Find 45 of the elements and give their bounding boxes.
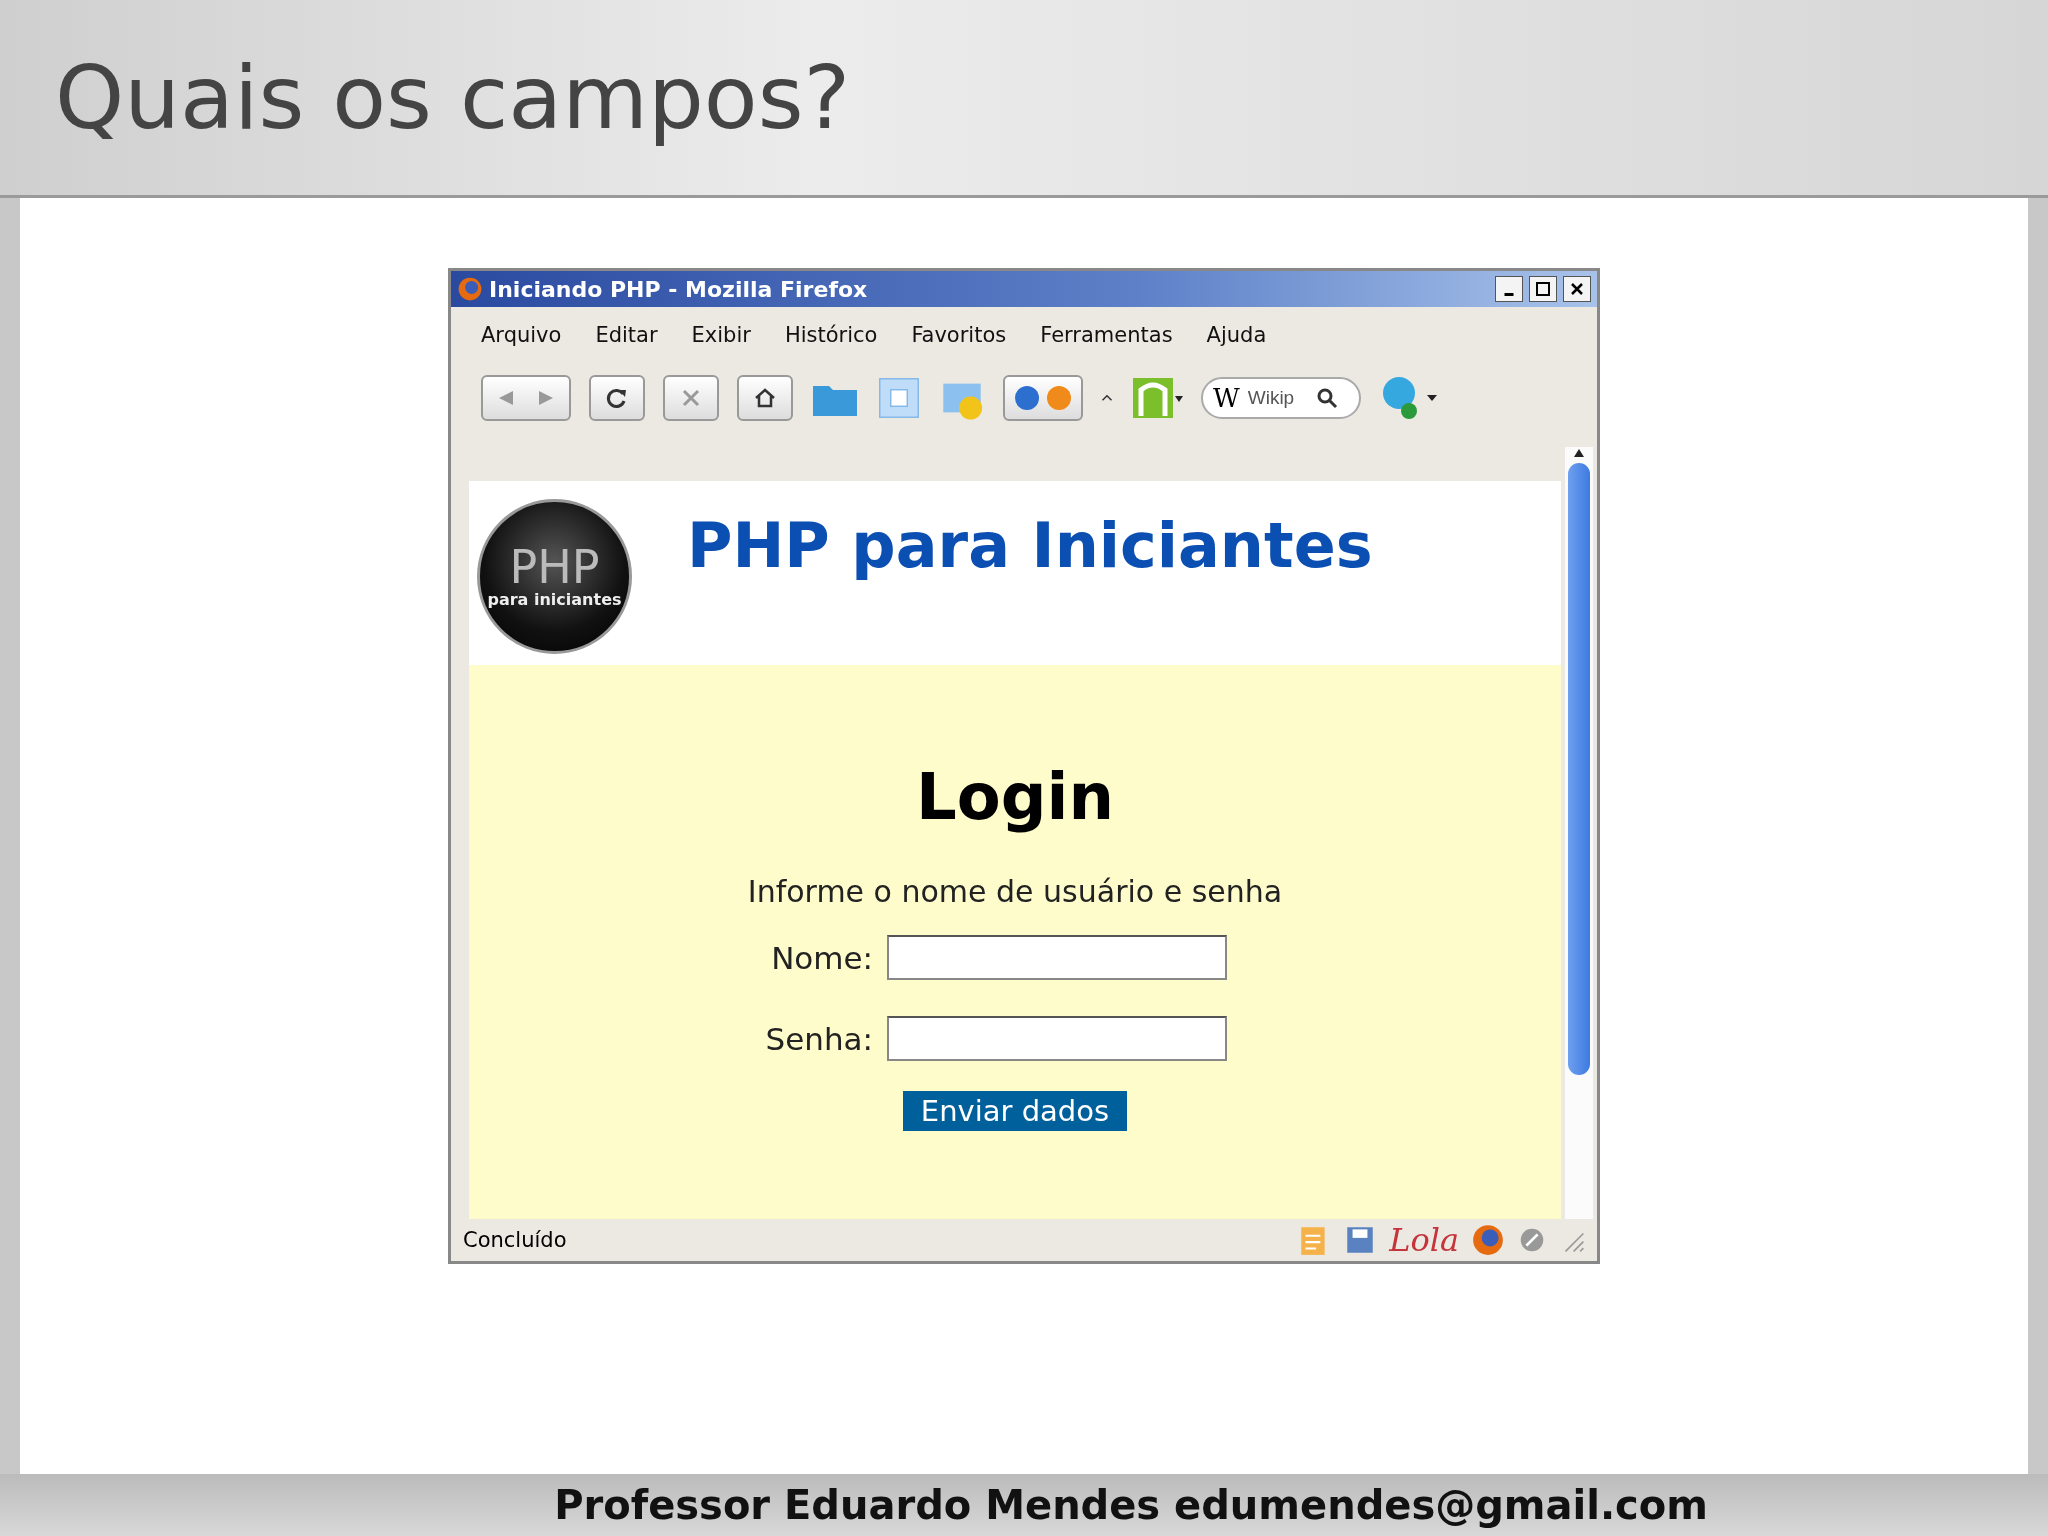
menu-item[interactable]: Ferramentas xyxy=(1040,323,1173,347)
input-field[interactable] xyxy=(887,1016,1227,1061)
status-text: Concluído xyxy=(463,1228,568,1252)
globe-button[interactable] xyxy=(1003,375,1083,421)
globe-icon xyxy=(1013,384,1073,412)
scrollbar[interactable] xyxy=(1565,447,1593,1219)
back-forward-button[interactable] xyxy=(481,375,571,421)
minimize-button[interactable] xyxy=(1495,276,1523,302)
slide-title: Quais os campos? xyxy=(55,46,851,149)
stop-button[interactable] xyxy=(663,375,719,421)
browser-logo-icon xyxy=(1471,1223,1505,1257)
login-title: Login xyxy=(915,760,1115,834)
close-button[interactable] xyxy=(1563,276,1591,302)
addon-label[interactable]: Lola xyxy=(1389,1221,1459,1259)
search-field[interactable]: Wikip xyxy=(1245,386,1310,410)
instruction-text: Informe o nome de usuário e senha xyxy=(747,874,1283,909)
window-title: Iniciando PHP - Mozilla Firefox xyxy=(489,276,869,302)
site-heading: PHP para Iniciantes xyxy=(687,509,1373,584)
menu-item[interactable]: Ajuda xyxy=(1206,323,1267,347)
search-icon[interactable] xyxy=(1315,387,1338,409)
field-label: Senha: xyxy=(764,1020,873,1057)
menu-item[interactable]: Histórico xyxy=(784,323,878,347)
square-icon xyxy=(877,376,921,420)
maximize-button[interactable] xyxy=(1529,276,1557,302)
reload-icon xyxy=(605,386,629,410)
input-field[interactable] xyxy=(887,935,1227,980)
menu-item[interactable]: Favoritos xyxy=(911,323,1007,347)
menu-item[interactable]: Editar xyxy=(595,323,658,347)
submit-button[interactable]: Enviar dados xyxy=(902,1091,1128,1131)
browser-logo-icon xyxy=(457,276,483,302)
arch-app-icon xyxy=(1131,376,1183,420)
search-engine-label: W xyxy=(1213,383,1240,413)
scroll-up-icon[interactable] xyxy=(1572,447,1586,459)
logo-subtext: para iniciantes xyxy=(487,590,622,609)
home-icon xyxy=(753,386,777,410)
reload-button[interactable] xyxy=(589,375,645,421)
minimize-icon xyxy=(1504,292,1514,296)
close-icon xyxy=(1569,281,1585,297)
logo-text: PHP xyxy=(509,544,600,590)
maximize-icon xyxy=(1535,281,1551,297)
menu-item[interactable]: Exibir xyxy=(691,323,751,347)
field-label: Nome: xyxy=(770,939,873,976)
home-button[interactable] xyxy=(737,375,793,421)
footer-text: Professor Eduardo Mendes edumendes@gmail.com xyxy=(554,1482,1708,1528)
menu-item[interactable]: Arquivo xyxy=(481,323,562,347)
